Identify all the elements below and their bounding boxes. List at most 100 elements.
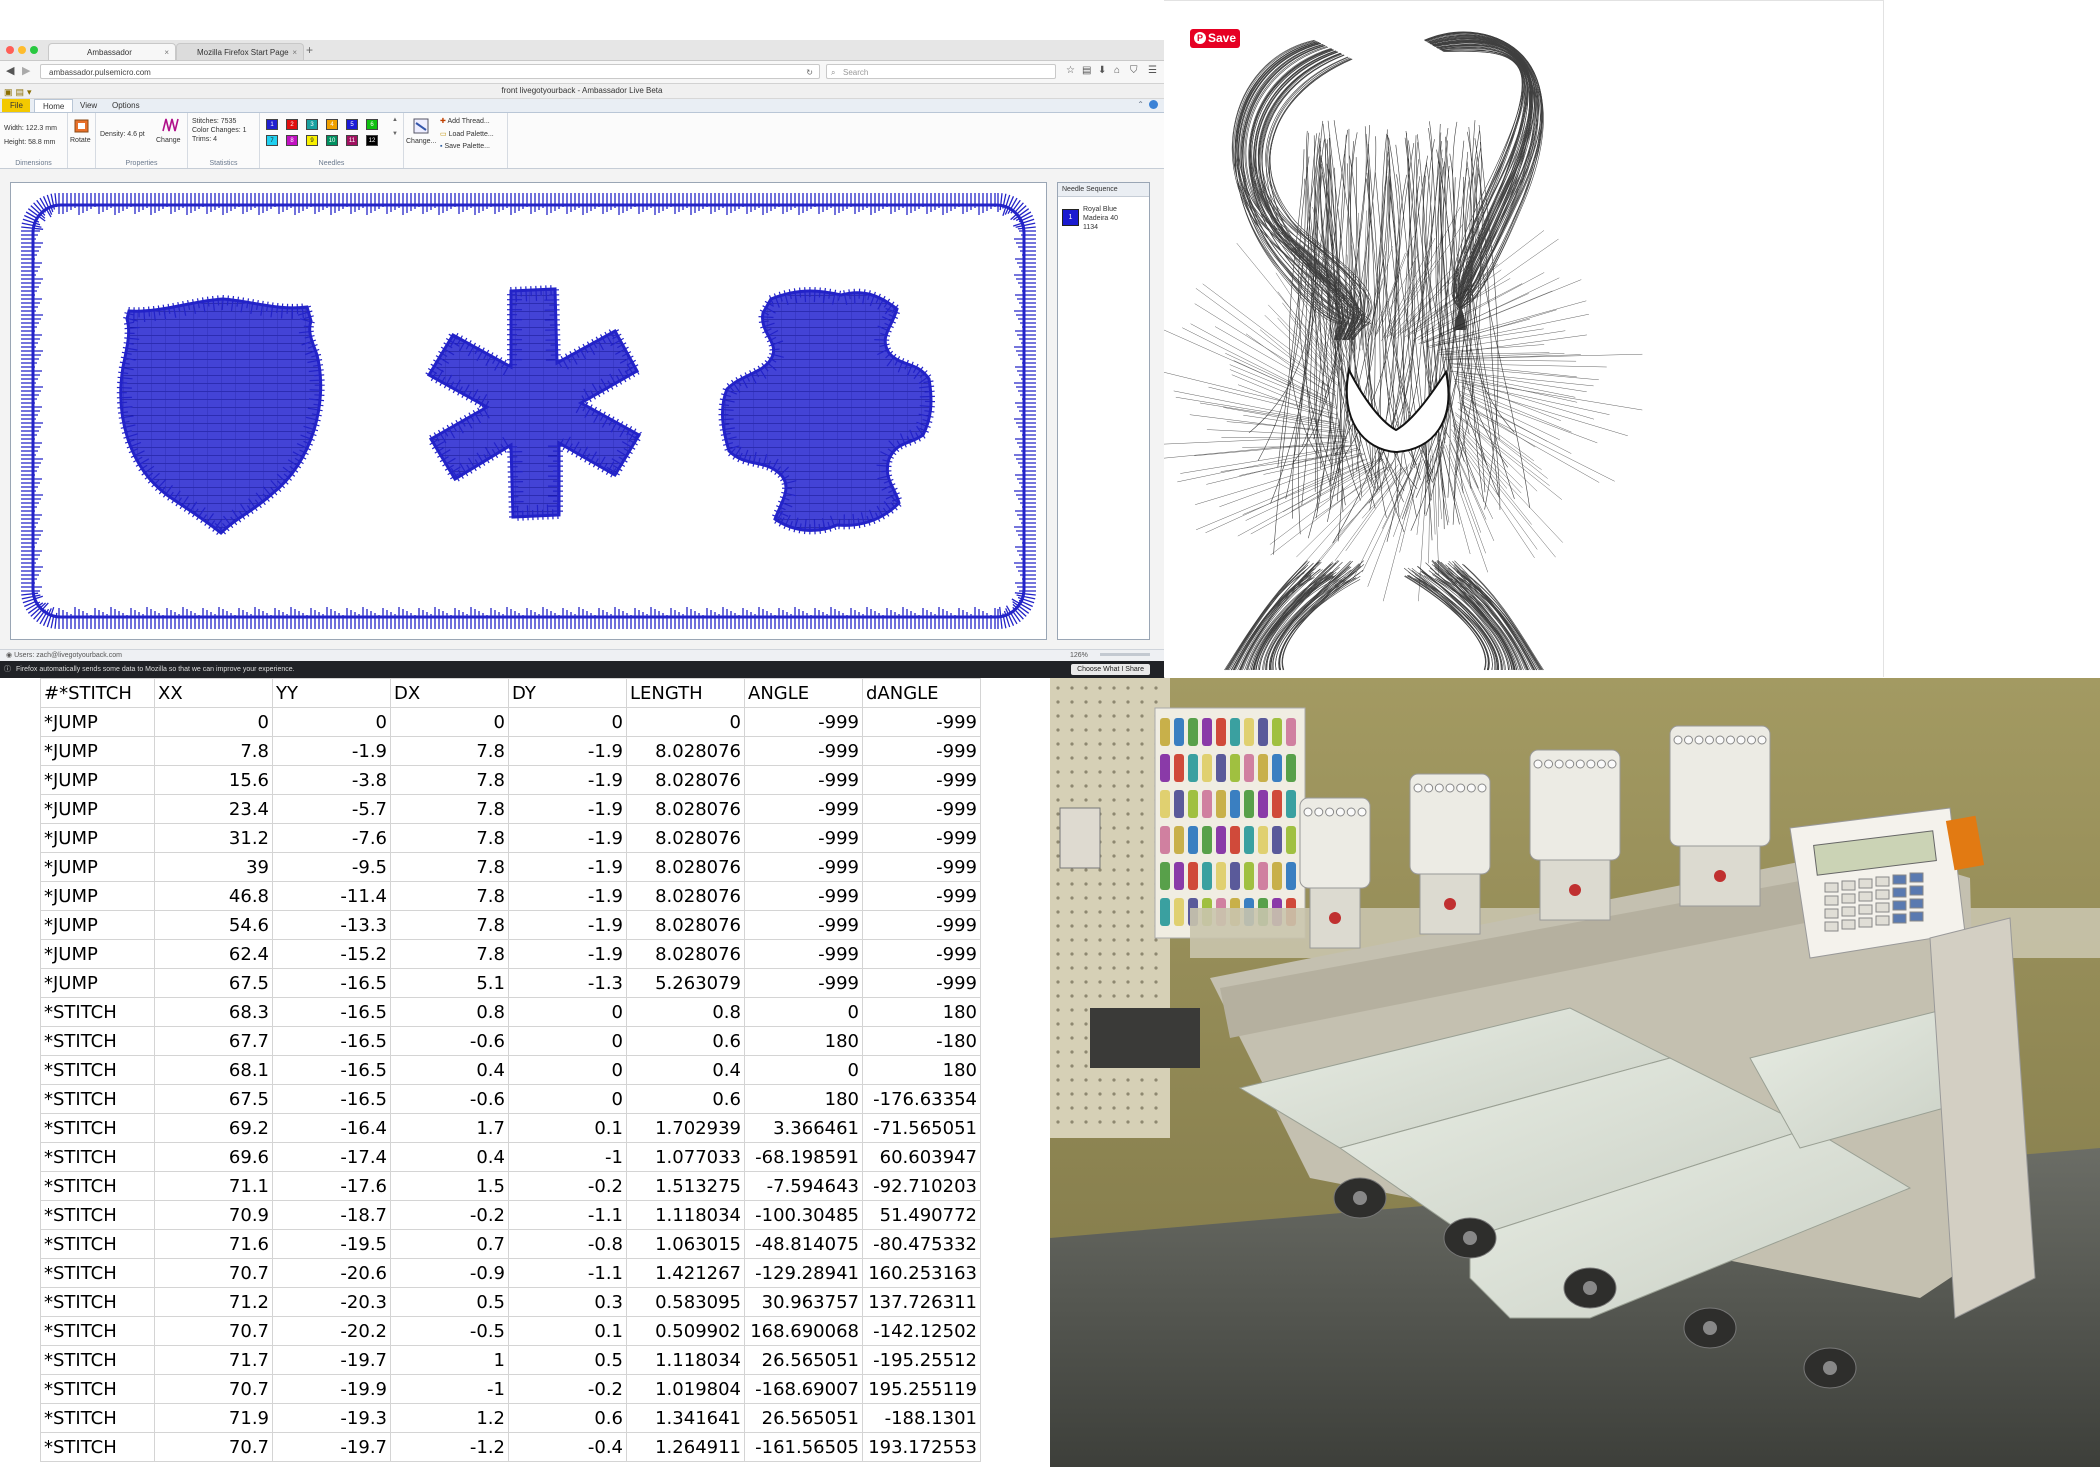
table-cell[interactable]: 70.7 bbox=[154, 1258, 273, 1288]
table-cell[interactable]: 7.8 bbox=[390, 794, 509, 824]
table-cell[interactable]: 7.8 bbox=[390, 881, 509, 911]
table-cell[interactable]: 8.028076 bbox=[626, 852, 745, 882]
table-cell[interactable]: -0.6 bbox=[390, 1084, 509, 1114]
table-cell[interactable]: 180 bbox=[862, 997, 981, 1027]
table-cell[interactable]: -999 bbox=[862, 968, 981, 998]
table-cell[interactable]: 71.2 bbox=[154, 1287, 273, 1317]
table-cell[interactable]: -999 bbox=[862, 794, 981, 824]
table-cell[interactable]: -3.8 bbox=[272, 765, 391, 795]
table-cell[interactable]: -92.710203 bbox=[862, 1171, 981, 1201]
table-cell[interactable]: -16.5 bbox=[272, 997, 391, 1027]
url-input[interactable]: ambassador.pulsemicro.com ↻ bbox=[40, 64, 820, 79]
download-icon[interactable]: ⬇ bbox=[1098, 65, 1106, 76]
table-cell[interactable]: 0 bbox=[626, 707, 745, 737]
table-cell[interactable]: 60.603947 bbox=[862, 1142, 981, 1172]
table-cell[interactable]: 1.264911 bbox=[626, 1432, 745, 1462]
table-cell[interactable]: -20.3 bbox=[272, 1287, 391, 1317]
table-cell[interactable]: 71.9 bbox=[154, 1403, 273, 1433]
choose-what-i-share-button[interactable]: Choose What I Share bbox=[1071, 664, 1150, 675]
needle-9-button[interactable]: 9 bbox=[306, 135, 318, 146]
table-cell[interactable]: 26.565051 bbox=[744, 1403, 863, 1433]
table-cell[interactable]: 0.1 bbox=[508, 1316, 627, 1346]
ribbon-tab-view[interactable]: View bbox=[72, 99, 105, 112]
table-cell[interactable]: *JUMP bbox=[40, 910, 155, 940]
table-cell[interactable]: -999 bbox=[862, 707, 981, 737]
table-cell[interactable]: -0.4 bbox=[508, 1432, 627, 1462]
pinterest-save-button[interactable]: P Save bbox=[1190, 29, 1240, 48]
table-cell[interactable]: 62.4 bbox=[154, 939, 273, 969]
table-cell[interactable]: -999 bbox=[744, 968, 863, 998]
table-cell[interactable]: -17.4 bbox=[272, 1142, 391, 1172]
table-cell[interactable]: 5.263079 bbox=[626, 968, 745, 998]
table-cell[interactable]: *STITCH bbox=[40, 1113, 155, 1143]
table-cell[interactable]: -0.2 bbox=[508, 1374, 627, 1404]
table-cell[interactable]: -16.5 bbox=[272, 1026, 391, 1056]
table-cell[interactable]: *STITCH bbox=[40, 1432, 155, 1462]
table-cell[interactable]: 1.5 bbox=[390, 1171, 509, 1201]
table-cell[interactable]: 195.255119 bbox=[862, 1374, 981, 1404]
table-cell[interactable]: 7.8 bbox=[390, 939, 509, 969]
table-cell[interactable]: -100.30485 bbox=[744, 1200, 863, 1230]
minimize-window-icon[interactable] bbox=[18, 46, 26, 54]
save-palette-button[interactable]: ▪ Save Palette... bbox=[440, 143, 490, 150]
table-cell[interactable]: 30.963757 bbox=[744, 1287, 863, 1317]
needle-1-button[interactable]: 1 bbox=[266, 119, 278, 130]
table-cell[interactable]: 68.3 bbox=[154, 997, 273, 1027]
table-cell[interactable]: -19.7 bbox=[272, 1432, 391, 1462]
table-cell[interactable]: -1.9 bbox=[508, 881, 627, 911]
table-cell[interactable]: -999 bbox=[862, 910, 981, 940]
pocket-icon[interactable]: ⛉ bbox=[1130, 65, 1138, 76]
table-cell[interactable]: *STITCH bbox=[40, 997, 155, 1027]
scroll-up-icon[interactable]: ▲ bbox=[392, 117, 398, 123]
table-cell[interactable]: 0 bbox=[154, 707, 273, 737]
table-cell[interactable]: 137.726311 bbox=[862, 1287, 981, 1317]
table-cell[interactable]: 8.028076 bbox=[626, 939, 745, 969]
needle-4-button[interactable]: 4 bbox=[326, 119, 338, 130]
table-cell[interactable]: 1.077033 bbox=[626, 1142, 745, 1172]
table-cell[interactable]: 180 bbox=[744, 1084, 863, 1114]
table-cell[interactable]: *JUMP bbox=[40, 823, 155, 853]
zoom-slider[interactable] bbox=[1100, 653, 1150, 656]
table-cell[interactable]: 0.4 bbox=[390, 1142, 509, 1172]
table-cell[interactable]: -999 bbox=[862, 736, 981, 766]
ribbon-tab-options[interactable]: Options bbox=[104, 99, 148, 112]
table-cell[interactable]: -176.63354 bbox=[862, 1084, 981, 1114]
table-cell[interactable]: 8.028076 bbox=[626, 881, 745, 911]
table-cell[interactable]: *JUMP bbox=[40, 968, 155, 998]
table-cell[interactable]: -16.5 bbox=[272, 1055, 391, 1085]
table-cell[interactable]: 8.028076 bbox=[626, 910, 745, 940]
table-cell[interactable]: 1.063015 bbox=[626, 1229, 745, 1259]
change-density-button[interactable]: Change bbox=[156, 115, 184, 155]
table-cell[interactable]: 168.690068 bbox=[744, 1316, 863, 1346]
table-cell[interactable]: *STITCH bbox=[40, 1287, 155, 1317]
table-cell[interactable]: *STITCH bbox=[40, 1258, 155, 1288]
table-cell[interactable]: -7.594643 bbox=[744, 1171, 863, 1201]
table-cell[interactable]: -19.9 bbox=[272, 1374, 391, 1404]
table-cell[interactable]: -5.7 bbox=[272, 794, 391, 824]
table-cell[interactable]: 8.028076 bbox=[626, 823, 745, 853]
table-cell[interactable]: 39 bbox=[154, 852, 273, 882]
table-cell[interactable]: 0 bbox=[508, 1084, 627, 1114]
table-cell[interactable]: -0.9 bbox=[390, 1258, 509, 1288]
table-cell[interactable]: 15.6 bbox=[154, 765, 273, 795]
table-cell[interactable]: -999 bbox=[744, 794, 863, 824]
reload-icon[interactable]: ↻ bbox=[806, 65, 813, 80]
table-cell[interactable]: -1.1 bbox=[508, 1258, 627, 1288]
table-cell[interactable]: 71.7 bbox=[154, 1345, 273, 1375]
table-cell[interactable]: -188.1301 bbox=[862, 1403, 981, 1433]
table-cell[interactable]: -999 bbox=[862, 765, 981, 795]
table-cell[interactable]: -19.5 bbox=[272, 1229, 391, 1259]
table-cell[interactable]: -0.2 bbox=[508, 1171, 627, 1201]
table-cell[interactable]: 0.5 bbox=[508, 1345, 627, 1375]
table-cell[interactable]: 0.7 bbox=[390, 1229, 509, 1259]
column-header[interactable]: dANGLE bbox=[862, 678, 981, 708]
needle-3-button[interactable]: 3 bbox=[306, 119, 318, 130]
ribbon-tab-file[interactable]: File bbox=[2, 99, 30, 112]
table-cell[interactable]: -71.565051 bbox=[862, 1113, 981, 1143]
table-cell[interactable]: 7.8 bbox=[390, 765, 509, 795]
table-cell[interactable]: 0.8 bbox=[390, 997, 509, 1027]
table-cell[interactable]: -999 bbox=[744, 939, 863, 969]
help-icon[interactable] bbox=[1149, 100, 1158, 109]
table-cell[interactable]: *STITCH bbox=[40, 1084, 155, 1114]
table-cell[interactable]: 1.7 bbox=[390, 1113, 509, 1143]
